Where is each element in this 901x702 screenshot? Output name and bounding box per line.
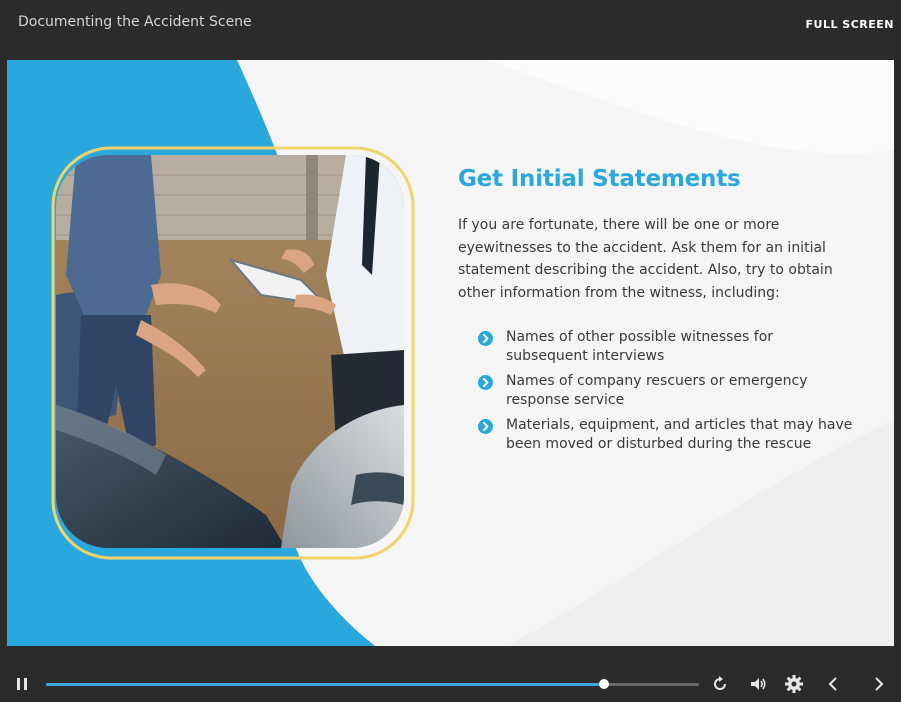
chevron-circle-icon	[478, 419, 493, 434]
seek-bar-handle[interactable]	[599, 679, 610, 689]
list-item: Names of other possible witnesses for su…	[478, 328, 858, 366]
slide-heading: Get Initial Statements	[458, 166, 741, 192]
seek-bar[interactable]	[46, 679, 699, 689]
list-item-text: Materials, equipment, and articles that …	[506, 417, 853, 452]
list-item: Names of company rescuers or emergency r…	[478, 372, 858, 410]
slide: Get Initial Statements If you are fortun…	[7, 60, 894, 646]
player-controls	[0, 646, 901, 702]
pause-icon[interactable]	[11, 673, 33, 695]
chevron-circle-icon	[478, 375, 493, 390]
seek-bar-fill	[46, 683, 605, 686]
list-item-text: Names of other possible witnesses for su…	[506, 329, 774, 364]
course-title: Documenting the Accident Scene	[18, 14, 252, 30]
chevron-circle-icon	[478, 331, 493, 346]
volume-icon[interactable]	[747, 673, 769, 695]
gear-icon[interactable]	[783, 673, 805, 695]
chevron-right-icon[interactable]	[867, 673, 889, 695]
top-bar: Documenting the Accident Scene FULL SCRE…	[0, 0, 901, 60]
list-item: Materials, equipment, and articles that …	[478, 416, 858, 454]
list-item-text: Names of company rescuers or emergency r…	[506, 373, 808, 408]
fullscreen-button[interactable]: FULL SCREEN	[806, 18, 895, 31]
accident-photo	[56, 155, 404, 548]
slide-intro: If you are fortunate, there will be one …	[458, 217, 833, 301]
replay-icon[interactable]	[709, 673, 731, 695]
chevron-left-icon[interactable]	[823, 673, 845, 695]
bullet-list: Names of other possible witnesses for su…	[478, 328, 858, 460]
